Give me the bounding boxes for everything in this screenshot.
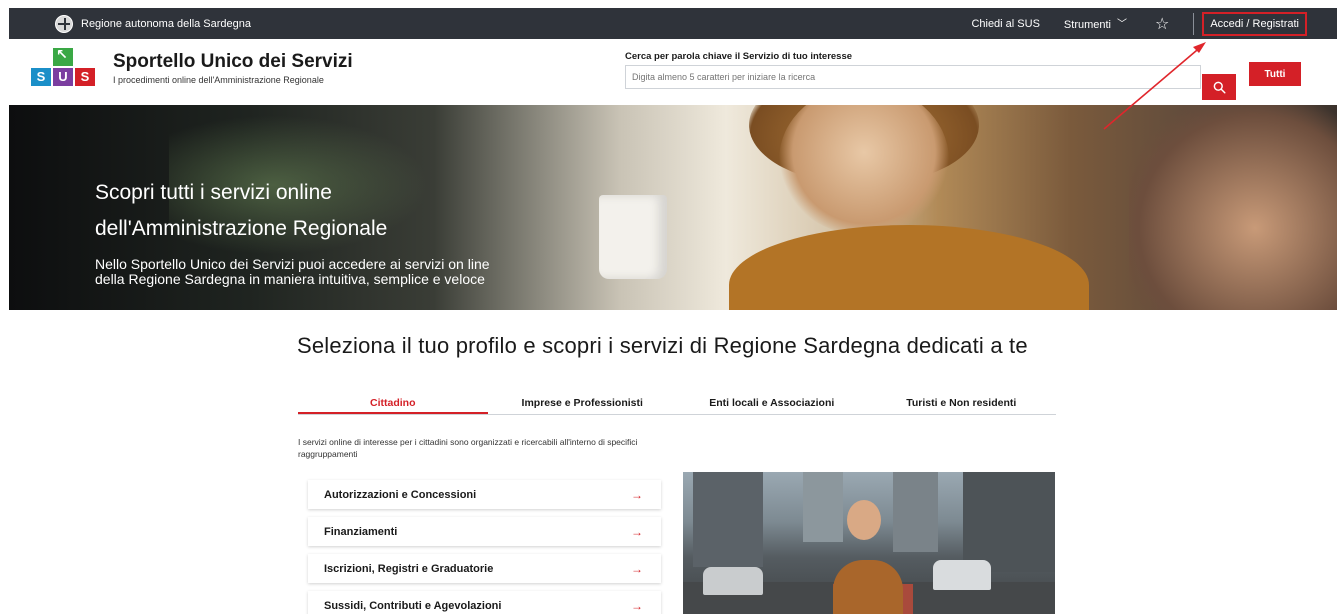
hero-photo-jacket — [729, 225, 1089, 310]
list-item-label: Sussidi, Contributi e Agevolazioni — [324, 599, 502, 612]
photo-car — [933, 560, 991, 590]
arrow-right-icon: → — [631, 598, 643, 613]
list-item-label: Autorizzazioni e Concessioni — [324, 488, 477, 501]
search-icon — [1213, 81, 1226, 94]
search-label: Cerca per parola chiave il Servizio di t… — [625, 51, 853, 62]
service-list: Autorizzazioni e Concessioni → Finanziam… — [308, 480, 661, 614]
hero-photo-face — [779, 105, 949, 235]
photo-person-face — [847, 500, 881, 540]
photo-person — [833, 490, 903, 614]
tab-intro-text: I servizi online di interesse per i citt… — [298, 437, 638, 459]
hero-text: Scopri tutti i servizi online dell'Ammin… — [95, 175, 555, 287]
region-link[interactable]: Regione autonoma della Sardegna — [55, 8, 251, 39]
site-header: S U S Sportello Unico dei Servizi I proc… — [9, 39, 1337, 105]
hero-heading-line1: Scopri tutti i servizi online — [95, 181, 332, 204]
logo-letter: S — [75, 68, 95, 86]
search-area: Cerca per parola chiave il Servizio di t… — [625, 51, 1236, 100]
hero-photo-blur — [1129, 105, 1337, 310]
list-item-label: Iscrizioni, Registri e Graduatorie — [324, 562, 494, 575]
tab-cittadino[interactable]: Cittadino — [298, 393, 488, 414]
chiedi-al-sus-link[interactable]: Chiedi al SUS — [959, 18, 1051, 30]
region-crest-icon — [55, 14, 73, 33]
sus-logo[interactable]: S U S — [31, 46, 99, 90]
hero-heading-line2: dell'Amministrazione Regionale — [95, 217, 388, 240]
search-input[interactable] — [625, 65, 1201, 89]
photo-building — [693, 472, 763, 567]
strumenti-menu[interactable]: Strumenti ﹀ — [1052, 16, 1139, 31]
accedi-registrati-button[interactable]: Accedi / Registrati — [1202, 11, 1307, 36]
photo-person-body — [833, 560, 903, 614]
list-item[interactable]: Finanziamenti → — [308, 517, 661, 546]
hero-photo-cup — [599, 195, 667, 279]
photo-car — [703, 567, 763, 595]
hero-description-line1: Nello Sportello Unico dei Servizi puoi a… — [95, 256, 490, 272]
cursor-icon — [53, 46, 73, 66]
star-icon[interactable]: ☆ — [1139, 14, 1185, 34]
hero-description-line2: della Regione Sardegna in maniera intuit… — [95, 271, 485, 287]
logo-letter: S — [31, 68, 51, 86]
brand-subtitle: I procedimenti online dell'Amministrazio… — [113, 75, 324, 85]
brand: Sportello Unico dei Servizi I procedimen… — [113, 51, 353, 85]
hero-banner: Scopri tutti i servizi online dell'Ammin… — [9, 105, 1337, 310]
arrow-right-icon: → — [631, 524, 643, 539]
cittadino-photo — [683, 472, 1055, 614]
profile-tabs: Cittadino Imprese e Professionisti Enti … — [298, 393, 1056, 415]
brand-title[interactable]: Sportello Unico dei Servizi — [113, 51, 353, 73]
top-utility-bar: Regione autonoma della Sardegna Chiedi a… — [9, 8, 1337, 39]
search-button[interactable] — [1202, 74, 1236, 100]
tab-enti-locali-associazioni[interactable]: Enti locali e Associazioni — [677, 393, 867, 414]
logo-letter: U — [53, 68, 73, 86]
arrow-right-icon: → — [631, 561, 643, 576]
chevron-down-icon: ﹀ — [1117, 19, 1127, 30]
list-item[interactable]: Iscrizioni, Registri e Graduatorie → — [308, 554, 661, 583]
tab-turisti-non-residenti[interactable]: Turisti e Non residenti — [867, 393, 1057, 414]
list-item[interactable]: Sussidi, Contributi e Agevolazioni → — [308, 591, 661, 614]
photo-building — [963, 472, 1055, 572]
arrow-right-icon: → — [631, 487, 643, 502]
tab-imprese-professionisti[interactable]: Imprese e Professionisti — [488, 393, 678, 414]
region-name: Regione autonoma della Sardegna — [81, 17, 252, 30]
divider — [1193, 12, 1195, 35]
profile-section-title: Seleziona il tuo profilo e scopri i serv… — [297, 333, 1028, 358]
list-item-label: Finanziamenti — [324, 525, 398, 538]
tutti-button[interactable]: Tutti — [1249, 62, 1301, 86]
topbar-right: Chiedi al SUS Strumenti ﹀ ☆ Accedi / Regi… — [959, 8, 1337, 39]
list-item[interactable]: Autorizzazioni e Concessioni → — [308, 480, 661, 509]
strumenti-label: Strumenti — [1063, 19, 1111, 31]
